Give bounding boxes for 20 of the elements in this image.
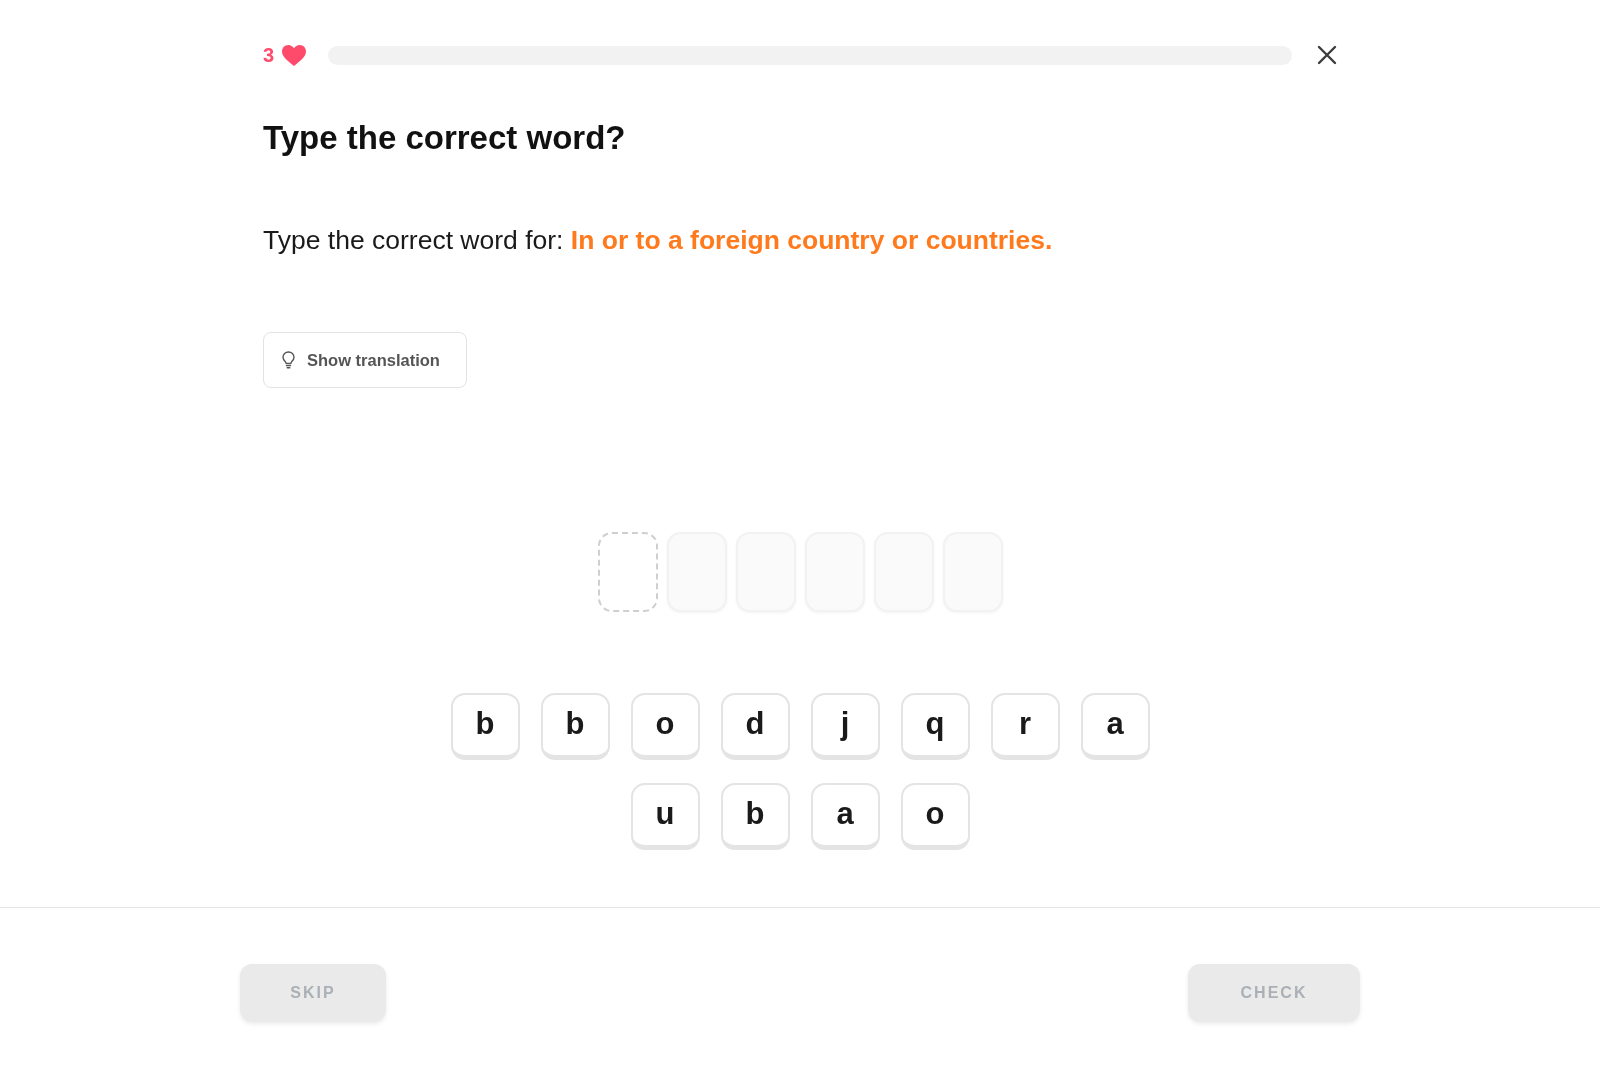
letter-key[interactable]: d [720, 693, 790, 760]
show-translation-button[interactable]: Show translation [263, 332, 467, 388]
letter-key[interactable]: o [630, 693, 700, 760]
letter-key[interactable]: j [810, 693, 880, 760]
letter-key[interactable]: b [720, 783, 790, 850]
letter-key[interactable]: r [990, 693, 1060, 760]
question-title: Type the correct word? [263, 119, 626, 157]
letter-key[interactable]: b [540, 693, 610, 760]
letter-key[interactable]: a [1080, 693, 1150, 760]
lightbulb-icon [282, 351, 295, 369]
close-button[interactable] [1317, 45, 1337, 65]
letter-key[interactable]: u [630, 783, 700, 850]
letter-key[interactable]: o [900, 783, 970, 850]
letter-slot[interactable] [597, 532, 658, 612]
heart-icon [282, 44, 307, 66]
letter-key[interactable]: q [900, 693, 970, 760]
letter-key[interactable]: a [810, 783, 880, 850]
question-prompt: Type the correct word for: In or to a foreign country or countries. [263, 224, 1053, 257]
letter-key[interactable]: b [450, 693, 520, 760]
lives-count: 3 [263, 43, 275, 67]
